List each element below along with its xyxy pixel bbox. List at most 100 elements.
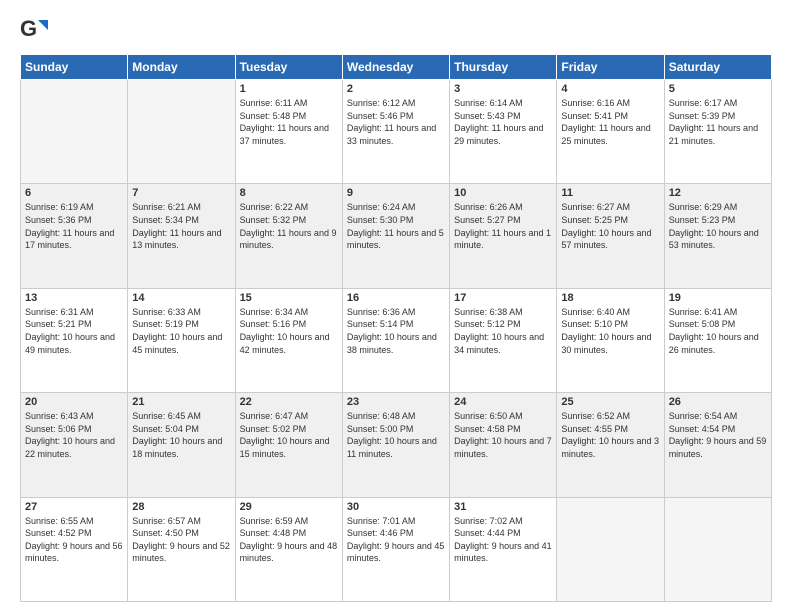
day-number: 30 [347,501,445,513]
table-row: 25 Sunrise: 6:52 AM Sunset: 4:55 PM Dayli… [557,393,664,497]
day-number: 14 [132,292,230,304]
table-row: 5Sunrise: 6:17 AM Sunset: 5:39 PM Daylig… [664,80,771,184]
table-row: 13Sunrise: 6:31 AM Sunset: 5:21 PM Dayli… [21,288,128,392]
day-info: Sunrise: 6:52 AM Sunset: 4:55 PM Dayligh… [561,410,659,460]
table-row: 23Sunrise: 6:48 AM Sunset: 5:00 PM Dayli… [342,393,449,497]
table-row: 18 Sunrise: 6:40 AM Sunset: 5:10 PM Dayli… [557,288,664,392]
day-info: Sunrise: 6:54 AM Sunset: 4:54 PM Dayligh… [669,410,767,460]
day-info: Sunrise: 6:27 AM Sunset: 5:25 PM Dayligh… [561,201,659,251]
table-row: 24 Sunrise: 6:50 AM Sunset: 4:58 PM Dayli… [450,393,557,497]
calendar-week-row: 1 Sunrise: 6:11 AM Sunset: 5:48 PM Daylig… [21,80,772,184]
calendar-header-row: Sunday Monday Tuesday Wednesday Thursday… [21,55,772,80]
day-number: 10 [454,187,552,199]
table-row: 27 Sunrise: 6:55 AM Sunset: 4:52 PM Dayli… [21,497,128,601]
day-number: 21 [132,396,230,408]
table-row: 16 Sunrise: 6:36 AM Sunset: 5:14 PM Dayli… [342,288,449,392]
day-info: Sunrise: 6:59 AM Sunset: 4:48 PM Dayligh… [240,515,338,565]
day-info: Sunrise: 6:48 AM Sunset: 5:00 PM Dayligh… [347,410,445,460]
day-number: 27 [25,501,123,513]
day-info: Sunrise: 7:01 AM Sunset: 4:46 PM Dayligh… [347,515,445,565]
table-row: 28 Sunrise: 6:57 AM Sunset: 4:50 PM Dayli… [128,497,235,601]
day-number: 25 [561,396,659,408]
table-row: 12 Sunrise: 6:29 AM Sunset: 5:23 PM Dayli… [664,184,771,288]
col-wednesday: Wednesday [342,55,449,80]
table-row: 26 Sunrise: 6:54 AM Sunset: 4:54 PM Dayli… [664,393,771,497]
day-info: Sunrise: 6:41 AM Sunset: 5:08 PM Dayligh… [669,306,767,356]
day-number: 2 [347,83,445,95]
calendar-week-row: 13Sunrise: 6:31 AM Sunset: 5:21 PM Dayli… [21,288,772,392]
day-number: 4 [561,83,659,95]
table-row: 29 Sunrise: 6:59 AM Sunset: 4:48 PM Dayli… [235,497,342,601]
day-number: 24 [454,396,552,408]
day-number: 16 [347,292,445,304]
day-info: Sunrise: 6:14 AM Sunset: 5:43 PM Dayligh… [454,97,552,147]
day-info: Sunrise: 6:24 AM Sunset: 5:30 PM Dayligh… [347,201,445,251]
col-sunday: Sunday [21,55,128,80]
day-info: Sunrise: 6:50 AM Sunset: 4:58 PM Dayligh… [454,410,552,460]
day-info: Sunrise: 6:40 AM Sunset: 5:10 PM Dayligh… [561,306,659,356]
day-number: 19 [669,292,767,304]
col-monday: Monday [128,55,235,80]
day-info: Sunrise: 6:57 AM Sunset: 4:50 PM Dayligh… [132,515,230,565]
table-row [21,80,128,184]
day-number: 6 [25,187,123,199]
table-row: 31 Sunrise: 7:02 AM Sunset: 4:44 PM Dayli… [450,497,557,601]
day-info: Sunrise: 6:31 AM Sunset: 5:21 PM Dayligh… [25,306,123,356]
day-info: Sunrise: 6:16 AM Sunset: 5:41 PM Dayligh… [561,97,659,147]
svg-text:G: G [20,16,37,41]
day-info: Sunrise: 6:19 AM Sunset: 5:36 PM Dayligh… [25,201,123,251]
day-number: 1 [240,83,338,95]
day-info: Sunrise: 6:21 AM Sunset: 5:34 PM Dayligh… [132,201,230,251]
logo: G [20,16,50,44]
day-number: 26 [669,396,767,408]
table-row: 17 Sunrise: 6:38 AM Sunset: 5:12 PM Dayli… [450,288,557,392]
day-info: Sunrise: 6:11 AM Sunset: 5:48 PM Dayligh… [240,97,338,147]
calendar-week-row: 27 Sunrise: 6:55 AM Sunset: 4:52 PM Dayli… [21,497,772,601]
day-info: Sunrise: 6:26 AM Sunset: 5:27 PM Dayligh… [454,201,552,251]
table-row: 21 Sunrise: 6:45 AM Sunset: 5:04 PM Dayli… [128,393,235,497]
day-number: 11 [561,187,659,199]
day-info: Sunrise: 6:36 AM Sunset: 5:14 PM Dayligh… [347,306,445,356]
day-number: 31 [454,501,552,513]
day-info: Sunrise: 6:33 AM Sunset: 5:19 PM Dayligh… [132,306,230,356]
table-row: 9 Sunrise: 6:24 AM Sunset: 5:30 PM Daylig… [342,184,449,288]
table-row: 30 Sunrise: 7:01 AM Sunset: 4:46 PM Dayli… [342,497,449,601]
table-row: 11 Sunrise: 6:27 AM Sunset: 5:25 PM Dayli… [557,184,664,288]
table-row: 6 Sunrise: 6:19 AM Sunset: 5:36 PM Daylig… [21,184,128,288]
day-info: Sunrise: 6:34 AM Sunset: 5:16 PM Dayligh… [240,306,338,356]
day-info: Sunrise: 6:55 AM Sunset: 4:52 PM Dayligh… [25,515,123,565]
day-info: Sunrise: 6:22 AM Sunset: 5:32 PM Dayligh… [240,201,338,251]
calendar-week-row: 20 Sunrise: 6:43 AM Sunset: 5:06 PM Dayli… [21,393,772,497]
day-info: Sunrise: 6:45 AM Sunset: 5:04 PM Dayligh… [132,410,230,460]
day-number: 3 [454,83,552,95]
day-info: Sunrise: 6:38 AM Sunset: 5:12 PM Dayligh… [454,306,552,356]
table-row [128,80,235,184]
table-row: 10 Sunrise: 6:26 AM Sunset: 5:27 PM Dayli… [450,184,557,288]
col-friday: Friday [557,55,664,80]
day-info: Sunrise: 7:02 AM Sunset: 4:44 PM Dayligh… [454,515,552,565]
day-info: Sunrise: 6:47 AM Sunset: 5:02 PM Dayligh… [240,410,338,460]
day-info: Sunrise: 6:17 AM Sunset: 5:39 PM Dayligh… [669,97,767,147]
day-number: 29 [240,501,338,513]
table-row: 14 Sunrise: 6:33 AM Sunset: 5:19 PM Dayli… [128,288,235,392]
table-row: 7Sunrise: 6:21 AM Sunset: 5:34 PM Daylig… [128,184,235,288]
table-row [557,497,664,601]
day-info: Sunrise: 6:29 AM Sunset: 5:23 PM Dayligh… [669,201,767,251]
table-row: 8Sunrise: 6:22 AM Sunset: 5:32 PM Daylig… [235,184,342,288]
day-number: 28 [132,501,230,513]
day-info: Sunrise: 6:43 AM Sunset: 5:06 PM Dayligh… [25,410,123,460]
table-row: 20 Sunrise: 6:43 AM Sunset: 5:06 PM Dayli… [21,393,128,497]
day-number: 15 [240,292,338,304]
table-row: 15 Sunrise: 6:34 AM Sunset: 5:16 PM Dayli… [235,288,342,392]
day-info: Sunrise: 6:12 AM Sunset: 5:46 PM Dayligh… [347,97,445,147]
day-number: 18 [561,292,659,304]
col-saturday: Saturday [664,55,771,80]
day-number: 17 [454,292,552,304]
calendar-week-row: 6 Sunrise: 6:19 AM Sunset: 5:36 PM Daylig… [21,184,772,288]
col-thursday: Thursday [450,55,557,80]
table-row: 1 Sunrise: 6:11 AM Sunset: 5:48 PM Daylig… [235,80,342,184]
table-row: 3 Sunrise: 6:14 AM Sunset: 5:43 PM Daylig… [450,80,557,184]
day-number: 12 [669,187,767,199]
day-number: 20 [25,396,123,408]
day-number: 9 [347,187,445,199]
